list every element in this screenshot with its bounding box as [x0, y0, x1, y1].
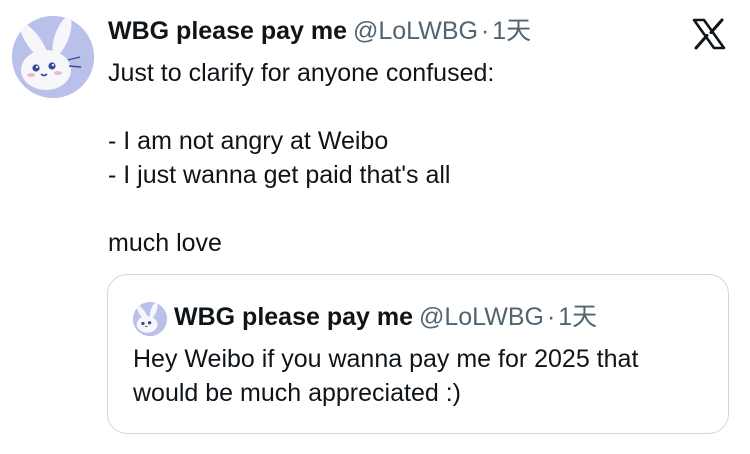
quoted-display-name: WBG please pay me: [174, 303, 413, 331]
quoted-header: WBG please pay me @LoLWBG · 1天: [174, 300, 597, 334]
tweet-text-line: - I just wanna get paid that's all: [108, 161, 451, 189]
tweet-text-line: Just to clarify for anyone confused:: [108, 59, 495, 87]
tweet-header: WBG please pay me @LoLWBG · 1天: [108, 14, 531, 48]
quoted-tweet[interactable]: WBG please pay me @LoLWBG · 1天 Hey Weibo if…: [107, 274, 729, 434]
tweet-text-line: - I am not angry at Weibo: [108, 127, 389, 155]
quoted-avatar: [133, 302, 167, 336]
profile-avatar[interactable]: [12, 16, 94, 98]
display-name[interactable]: WBG please pay me: [108, 17, 347, 45]
bunny-avatar-icon: [12, 16, 94, 98]
quoted-timestamp: 1天: [558, 303, 598, 331]
quoted-body: Hey Weibo if you wanna pay me for 2025 t…: [133, 342, 638, 410]
separator-dot: ·: [480, 17, 490, 45]
tweet-body: Just to clarify for anyone confused: - I…: [108, 56, 494, 260]
tweet-card: WBG please pay me @LoLWBG · 1天 Just to clar…: [0, 0, 750, 454]
tweet-text-line: much love: [108, 229, 222, 257]
quoted-text-line: Hey Weibo if you wanna pay me for 2025 t…: [133, 345, 639, 373]
user-handle[interactable]: @LoLWBG: [353, 17, 478, 45]
x-logo-icon[interactable]: [692, 18, 726, 50]
timestamp[interactable]: 1天: [492, 17, 531, 45]
quoted-text-line: would be much appreciated :): [133, 379, 461, 407]
quoted-user-handle: @LoLWBG: [418, 303, 544, 331]
separator-dot: ·: [546, 303, 556, 331]
bunny-avatar-icon: [133, 302, 167, 336]
